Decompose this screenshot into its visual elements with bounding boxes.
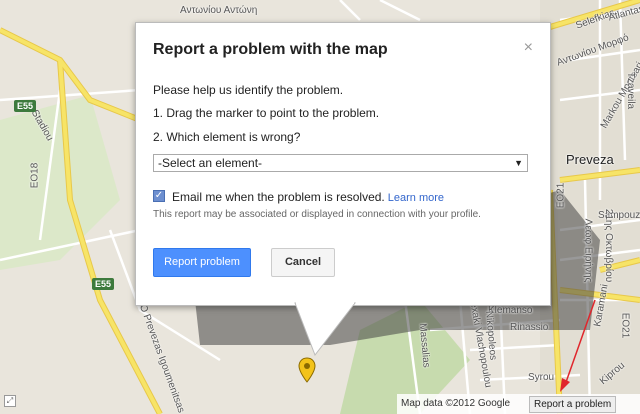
dialog-pointer-tail [294, 302, 357, 357]
map-footer: Map data ©2012 Google Report a problem [397, 394, 640, 414]
expand-icon[interactable]: ⤢ [4, 395, 16, 407]
map-marker-icon[interactable] [297, 357, 317, 383]
report-a-problem-link[interactable]: Report a problem [529, 396, 617, 413]
map-data-attribution: Map data ©2012 Google [401, 398, 511, 409]
